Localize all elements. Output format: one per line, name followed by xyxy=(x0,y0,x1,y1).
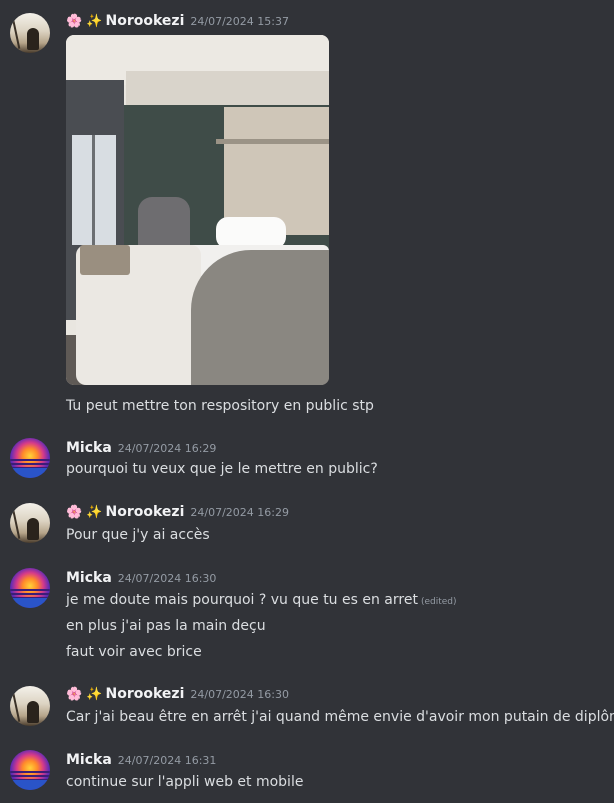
timestamp: 24/07/2024 16:31 xyxy=(117,754,217,767)
avatar[interactable] xyxy=(10,750,50,790)
avatar[interactable] xyxy=(10,686,50,726)
message-text: en plus j'ai pas la main deçu xyxy=(66,618,266,634)
avatar[interactable] xyxy=(10,503,50,543)
timestamp: 24/07/2024 16:29 xyxy=(190,506,289,519)
avatar[interactable] xyxy=(10,438,50,478)
message-header: 🌸 ✨ Norookezi 24/07/2024 16:29 xyxy=(66,503,289,521)
name-emoji-icon: 🌸 ✨ xyxy=(66,687,103,702)
timestamp: 24/07/2024 16:30 xyxy=(190,688,289,701)
edited-label: (edited) xyxy=(420,597,457,607)
avatar[interactable] xyxy=(10,13,50,53)
name-emoji-icon: 🌸 ✨ xyxy=(66,505,103,520)
message-text: je me doute mais pourquoi ? vu que tu es… xyxy=(66,590,457,612)
message-text: Pour que j'y ai accès xyxy=(66,527,210,543)
message-header: 🌸 ✨ Norookezi 24/07/2024 16:30 xyxy=(66,685,289,703)
message-header: 🌸 ✨ Norookezi 24/07/2024 15:37 xyxy=(66,12,289,30)
message-line: je me doute mais pourquoi ? vu que tu es… xyxy=(66,592,418,608)
username[interactable]: Micka xyxy=(66,751,112,769)
username[interactable]: Micka xyxy=(66,439,112,457)
username[interactable]: Micka xyxy=(66,569,112,587)
chat-messages: 🌸 ✨ Norookezi 24/07/2024 15:37 Tu peut m… xyxy=(0,0,614,803)
message-text: Car j'ai beau être en arrêt j'ai quand m… xyxy=(66,709,614,725)
message-header: Micka 24/07/2024 16:31 xyxy=(66,751,216,769)
message-text: faut voir avec brice xyxy=(66,644,202,660)
timestamp: 24/07/2024 15:37 xyxy=(190,15,289,28)
avatar[interactable] xyxy=(10,568,50,608)
message-text: Tu peut mettre ton respository en public… xyxy=(66,398,374,414)
message-text: pourquoi tu veux que je le mettre en pub… xyxy=(66,461,378,477)
message-header: Micka 24/07/2024 16:29 xyxy=(66,439,216,457)
message-header: Micka 24/07/2024 16:30 xyxy=(66,569,216,587)
name-emoji-icon: 🌸 ✨ xyxy=(66,14,103,29)
username[interactable]: Norookezi xyxy=(106,503,185,521)
image-attachment[interactable] xyxy=(66,35,329,385)
message-text: continue sur l'appli web et mobile xyxy=(66,774,304,790)
timestamp: 24/07/2024 16:30 xyxy=(117,572,217,585)
username[interactable]: Norookezi xyxy=(106,685,185,703)
username[interactable]: Norookezi xyxy=(106,12,185,30)
timestamp: 24/07/2024 16:29 xyxy=(117,442,217,455)
